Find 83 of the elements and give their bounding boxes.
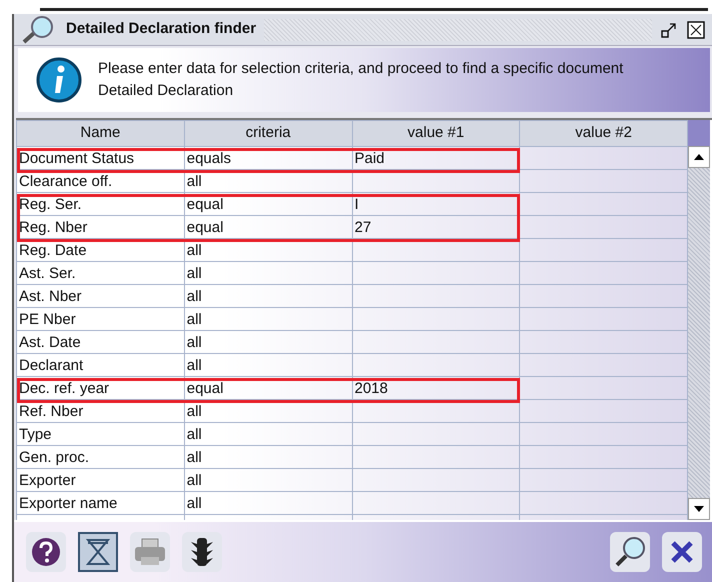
table-cell[interactable]	[520, 330, 688, 354]
table-cell[interactable]: Exporter name	[16, 492, 184, 514]
column-header[interactable]: value #1	[352, 120, 520, 146]
traffic-light-icon	[189, 536, 215, 568]
table-cell[interactable]	[352, 354, 520, 376]
table-cell[interactable]: Ast. Nber	[16, 284, 184, 308]
table-cell[interactable]	[352, 284, 520, 308]
close-button[interactable]	[662, 532, 702, 572]
table-cell[interactable]	[352, 492, 520, 514]
table-cell[interactable]	[520, 262, 688, 284]
table-cell[interactable]: Type	[16, 422, 184, 446]
table-cell[interactable]	[520, 170, 688, 192]
table-cell[interactable]	[520, 284, 688, 308]
table-cell[interactable]	[520, 422, 688, 446]
up-arrow-icon	[693, 153, 705, 161]
table-cell[interactable]: Reg. Nber	[16, 216, 184, 238]
table-cell[interactable]: equal	[184, 216, 352, 238]
table-cell[interactable]: equal	[184, 192, 352, 216]
table-cell[interactable]: I	[352, 192, 520, 216]
table-cell[interactable]	[352, 446, 520, 468]
scroll-down-button[interactable]	[688, 498, 710, 520]
table-cell[interactable]	[520, 400, 688, 422]
table-cell[interactable]: all	[184, 330, 352, 354]
table-cell[interactable]: equals	[184, 146, 352, 170]
table-cell[interactable]: all	[184, 468, 352, 492]
column-header[interactable]: value #2	[520, 120, 688, 146]
table-cell[interactable]: Reg. Date	[16, 238, 184, 262]
down-arrow-icon	[693, 505, 705, 513]
table-cell[interactable]: all	[184, 422, 352, 446]
printer-button[interactable]	[130, 532, 170, 572]
column-header[interactable]: Name	[16, 120, 184, 146]
table-cell[interactable]: all	[184, 262, 352, 284]
table-cell[interactable]	[520, 308, 688, 330]
table-cell[interactable]: PE Nber	[16, 308, 184, 330]
table-cell[interactable]: Exporter	[16, 468, 184, 492]
restore-icon[interactable]	[660, 20, 678, 38]
table-cell[interactable]: Document Status	[16, 146, 184, 170]
table-cell[interactable]: Ref. Nber	[16, 400, 184, 422]
table-cell[interactable]: Declarant	[16, 354, 184, 376]
table-cell[interactable]: all	[184, 308, 352, 330]
table-cell[interactable]	[520, 216, 688, 238]
table-cell[interactable]	[520, 492, 688, 514]
scrollbar-corner	[688, 120, 710, 146]
table-cell[interactable]: Paid	[352, 146, 520, 170]
table-cell[interactable]: Dec. ref. year	[16, 376, 184, 400]
table-cell[interactable]	[352, 262, 520, 284]
table-cell[interactable]	[520, 446, 688, 468]
table-cell[interactable]	[352, 422, 520, 446]
scrollbar[interactable]	[688, 120, 710, 520]
table-cell[interactable]: Gen. proc.	[16, 446, 184, 468]
table-cell[interactable]	[520, 354, 688, 376]
info-message: Please enter data for selection criteria, and proceed to find a specific document Detailed Declaration	[98, 59, 624, 101]
table-cell[interactable]: all	[184, 446, 352, 468]
table-cell[interactable]: Clearance off.	[16, 170, 184, 192]
table-cell[interactable]	[520, 376, 688, 400]
search-button[interactable]	[610, 532, 650, 572]
table-cell[interactable]	[520, 468, 688, 492]
table-cell[interactable]: equal	[184, 376, 352, 400]
window-title: Detailed Declaration finder	[66, 19, 256, 40]
table-cell[interactable]: 2018	[352, 376, 520, 400]
table-cell[interactable]: Ast. Ser.	[16, 262, 184, 284]
table-cell[interactable]	[520, 146, 688, 170]
table-cell[interactable]: Ast. Date	[16, 330, 184, 354]
table-cell[interactable]: Reg. Ser.	[16, 192, 184, 216]
table-cell[interactable]: all	[184, 354, 352, 376]
column-header[interactable]: criteria	[184, 120, 352, 146]
help-button[interactable]	[26, 532, 66, 572]
close-icon	[670, 540, 694, 564]
printer-icon	[133, 537, 167, 567]
help-icon	[31, 537, 61, 567]
table-cell[interactable]	[520, 238, 688, 262]
table-cell[interactable]: all	[184, 492, 352, 514]
scroll-up-button[interactable]	[688, 146, 710, 168]
info-icon	[36, 57, 82, 103]
filter-button[interactable]	[78, 532, 118, 572]
traffic-light-button[interactable]	[182, 532, 222, 572]
table-cell[interactable]	[352, 468, 520, 492]
table-cell[interactable]	[352, 308, 520, 330]
table-cell[interactable]	[520, 192, 688, 216]
maximize-icon[interactable]	[686, 20, 706, 40]
table-cell[interactable]: all	[184, 284, 352, 308]
table-cell[interactable]	[352, 330, 520, 354]
search-icon	[613, 536, 647, 568]
